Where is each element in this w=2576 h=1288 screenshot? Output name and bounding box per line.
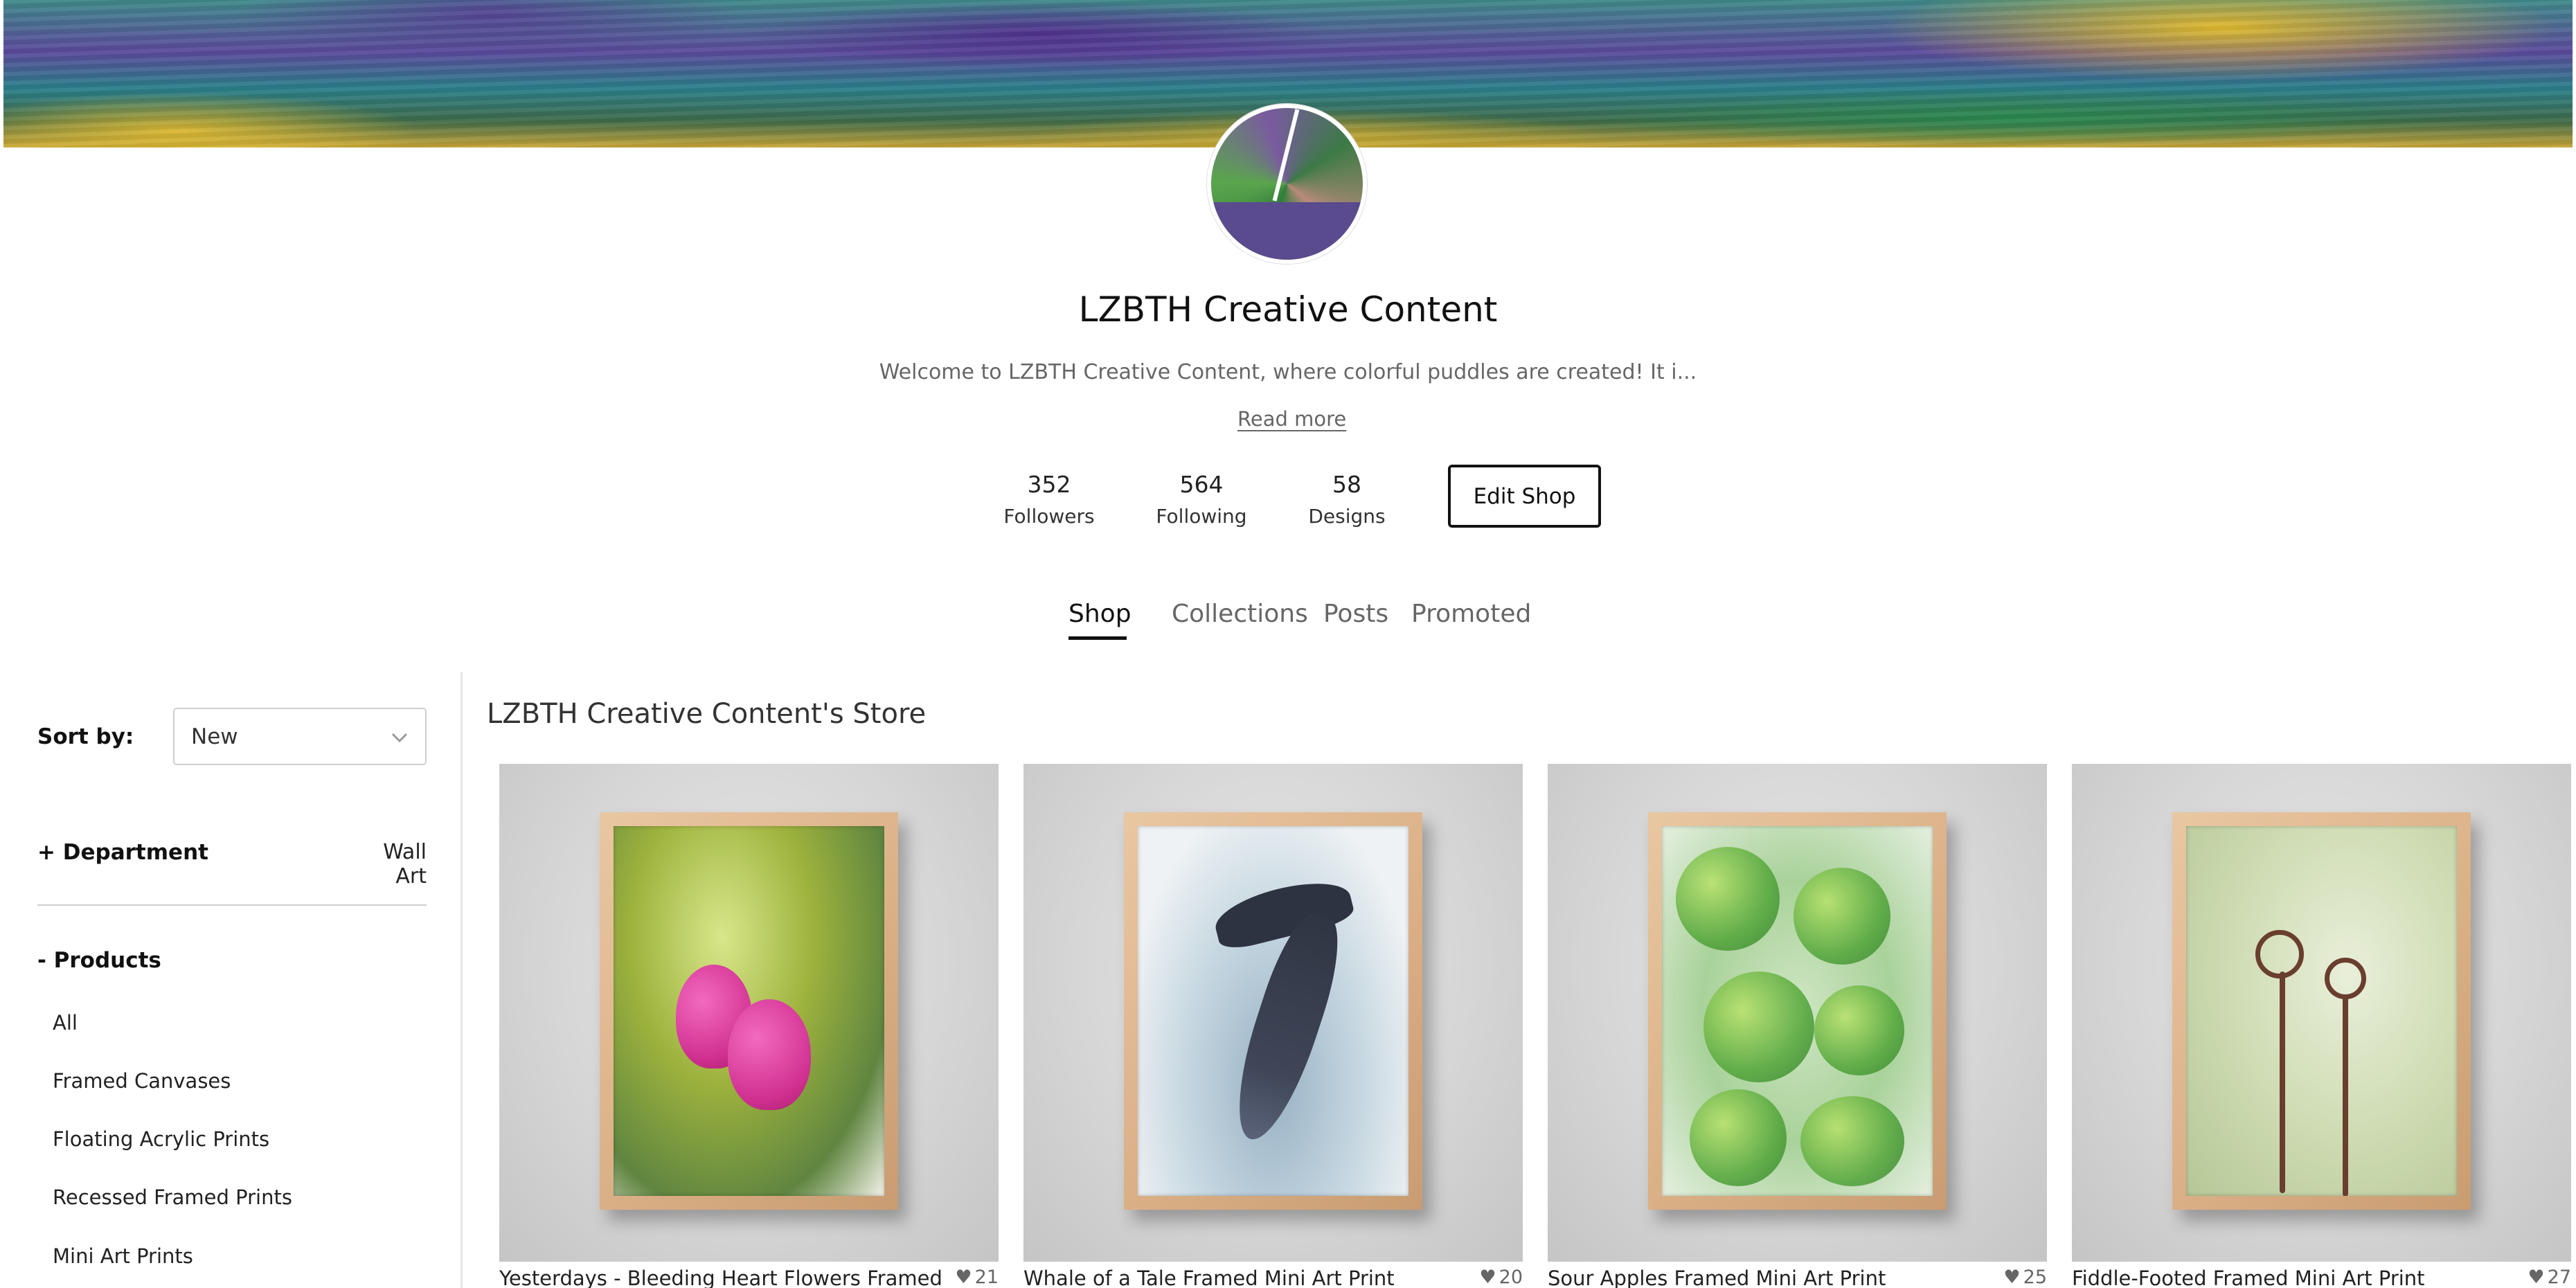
shop-avatar[interactable]: [1207, 104, 1367, 264]
fern-stem: [2343, 996, 2348, 1196]
wood-frame: [1124, 812, 1422, 1210]
like-count[interactable]: ♥ 27: [2528, 1267, 2571, 1288]
following-count: 564: [1179, 471, 1224, 498]
product-title[interactable]: Fiddle-Footed Framed Mini Art Print: [2072, 1267, 2515, 1288]
designs-label: Designs: [1308, 505, 1386, 528]
apple-shape: [1794, 868, 1890, 965]
followers-label: Followers: [1003, 505, 1095, 528]
following-stat[interactable]: 564 Following: [1150, 471, 1253, 528]
product-card[interactable]: Fiddle-Footed Framed Mini Art Print ♥ 27: [2072, 764, 2571, 1288]
heart-icon: ♥: [955, 1267, 972, 1288]
shop-description: Welcome to LZBTH Creative Content, where…: [879, 360, 1697, 384]
like-count-value: 21: [974, 1267, 999, 1288]
product-title[interactable]: Whale of a Tale Framed Mini Art Print: [1023, 1267, 1467, 1288]
artwork-fiddlehead-ferns: [2186, 826, 2457, 1196]
artwork-whale-tail: [1138, 826, 1408, 1196]
tab-promoted[interactable]: Promoted: [1411, 600, 1531, 628]
like-count[interactable]: ♥ 25: [2003, 1267, 2047, 1288]
products-filter-toggle[interactable]: - Products: [37, 948, 161, 973]
department-filter-toggle[interactable]: + Department: [37, 840, 208, 865]
heart-icon: ♥: [2528, 1267, 2545, 1288]
chevron-down-icon: [391, 733, 408, 743]
product-image[interactable]: [499, 764, 999, 1262]
product-filter-floating-acrylic-prints[interactable]: Floating Acrylic Prints: [53, 1127, 269, 1151]
fern-stem: [2280, 972, 2285, 1193]
active-tab-indicator: [1068, 636, 1127, 640]
store-heading: LZBTH Creative Content's Store: [487, 698, 927, 730]
following-label: Following: [1156, 505, 1247, 528]
shop-tabs: Shop Collections Posts Promoted: [0, 600, 2576, 641]
wood-frame: [600, 812, 898, 1210]
flower-petal: [728, 999, 811, 1110]
product-title[interactable]: Sour Apples Framed Mini Art Print: [1548, 1267, 1991, 1288]
product-filter-framed-canvases[interactable]: Framed Canvases: [53, 1069, 231, 1093]
sort-select[interactable]: New: [173, 708, 427, 765]
like-count-value: 20: [1499, 1267, 1523, 1288]
department-selected-value: Wall Art: [383, 840, 427, 888]
followers-count: 352: [1027, 471, 1071, 498]
product-card[interactable]: Sour Apples Framed Mini Art Print ♥ 25: [1548, 764, 2047, 1288]
product-image[interactable]: [2072, 764, 2571, 1262]
product-card[interactable]: Whale of a Tale Framed Mini Art Print ♥ 2…: [1023, 764, 1523, 1288]
fern-curl: [2325, 958, 2366, 999]
like-count-value: 27: [2547, 1267, 2571, 1288]
product-filter-all[interactable]: All: [53, 1011, 78, 1035]
tab-collections[interactable]: Collections: [1172, 600, 1308, 628]
apple-shape: [1800, 1096, 1904, 1186]
apple-shape: [1703, 972, 1814, 1082]
like-count[interactable]: ♥ 20: [1479, 1267, 1523, 1288]
designs-stat[interactable]: 58 Designs: [1295, 471, 1399, 528]
like-count-value: 25: [2023, 1267, 2047, 1288]
sidebar-separator: [37, 904, 427, 906]
heart-icon: ♥: [1479, 1267, 1496, 1288]
apple-shape: [1814, 985, 1904, 1075]
wood-frame: [1648, 812, 1947, 1210]
apple-shape: [1690, 1089, 1787, 1186]
heart-icon: ♥: [2003, 1267, 2021, 1288]
apple-shape: [1676, 847, 1780, 951]
tab-shop[interactable]: Shop: [1068, 600, 1132, 628]
artwork-sour-apples: [1662, 826, 1933, 1196]
designs-count: 58: [1332, 471, 1361, 498]
avatar-lower-band: [1211, 202, 1363, 260]
avatar-divider: [1272, 109, 1300, 202]
sort-selected-value: New: [191, 724, 238, 749]
product-title[interactable]: Yesterdays - Bleeding Heart Flowers Fram…: [499, 1267, 942, 1288]
product-filter-mini-art-prints[interactable]: Mini Art Prints: [53, 1244, 193, 1268]
wood-frame: [2172, 812, 2471, 1210]
artwork-bleeding-heart-flowers: [614, 826, 884, 1196]
followers-stat[interactable]: 352 Followers: [997, 471, 1101, 528]
edit-shop-button[interactable]: Edit Shop: [1448, 465, 1601, 528]
read-more-link[interactable]: Read more: [1237, 407, 1346, 431]
tab-posts[interactable]: Posts: [1323, 600, 1388, 628]
product-image[interactable]: [1023, 764, 1523, 1262]
sort-label: Sort by:: [37, 724, 134, 749]
fern-curl: [2255, 930, 2304, 978]
sidebar-divider: [460, 672, 463, 1288]
like-count[interactable]: ♥ 21: [955, 1267, 999, 1288]
product-card[interactable]: Yesterdays - Bleeding Heart Flowers Fram…: [499, 764, 999, 1288]
product-image[interactable]: [1548, 764, 2047, 1262]
product-filter-recessed-framed-prints[interactable]: Recessed Framed Prints: [53, 1186, 292, 1209]
shop-title: LZBTH Creative Content: [1078, 289, 1498, 330]
